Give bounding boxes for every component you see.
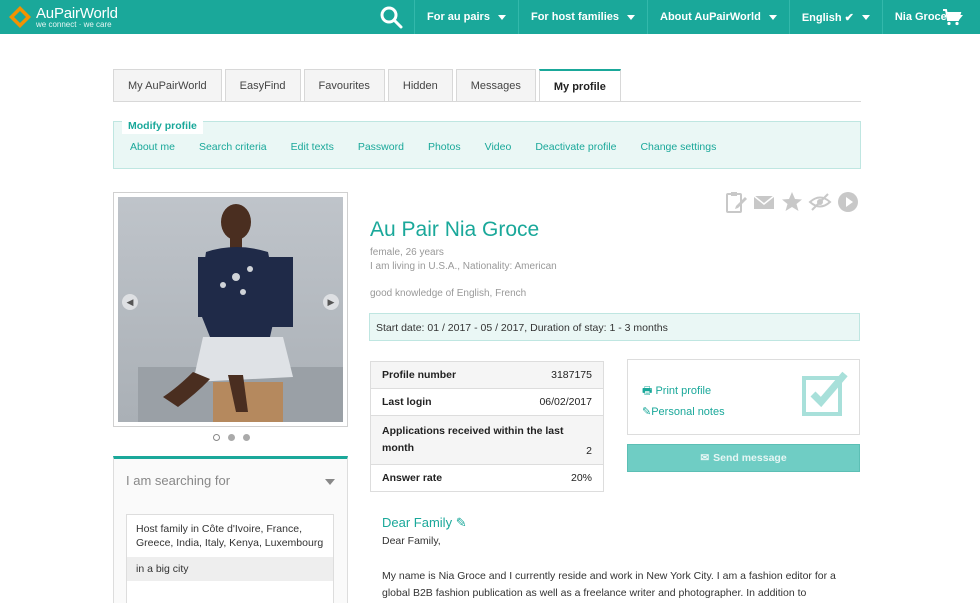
photo-prev-button[interactable]: ◀ bbox=[122, 294, 138, 310]
chevron-down-icon[interactable] bbox=[325, 479, 335, 485]
send-message-label: Send message bbox=[713, 452, 787, 464]
photo-carousel-dots bbox=[213, 434, 258, 441]
main-nav: For au pairs For host families About AuP… bbox=[414, 0, 975, 34]
stat-label: Answer rate bbox=[382, 472, 443, 484]
list-item: Host family in Côte d'Ivoire, France, Gr… bbox=[136, 523, 324, 549]
tab-my-aupairworld[interactable]: My AuPairWorld bbox=[113, 69, 222, 102]
nav-for-host-families[interactable]: For host families bbox=[517, 0, 647, 34]
table-row: Last login 06/02/2017 bbox=[371, 389, 603, 416]
profile-languages: good knowledge of English, French bbox=[370, 288, 527, 299]
carousel-dot[interactable] bbox=[213, 434, 220, 441]
profile-tools-box: 🖶 Print profile ✎Personal notes bbox=[627, 359, 860, 435]
chevron-down-icon bbox=[627, 14, 635, 20]
search-icon[interactable] bbox=[378, 4, 404, 30]
modify-profile-panel: Modify profile About me Search criteria … bbox=[113, 118, 861, 169]
nav-about[interactable]: About AuPairWorld bbox=[647, 0, 789, 34]
account-tabs: My AuPairWorld EasyFind Favourites Hidde… bbox=[113, 69, 624, 102]
searching-for-list: Host family in Côte d'Ivoire, France, Gr… bbox=[126, 514, 334, 603]
profile-residence: I am living in U.S.A., Nationality: Amer… bbox=[370, 261, 557, 272]
carousel-dot[interactable] bbox=[228, 434, 235, 441]
stat-value: 06/02/2017 bbox=[539, 396, 592, 408]
mail-icon[interactable] bbox=[752, 190, 776, 214]
printer-icon: 🖶 bbox=[642, 385, 653, 397]
link-about-me[interactable]: About me bbox=[130, 141, 175, 153]
edit-note-icon: ✎ bbox=[642, 406, 652, 418]
nav-label: Nia Groce bbox=[894, 11, 947, 23]
letter-title-text: Dear Family bbox=[382, 515, 453, 530]
letter-salutation: Dear Family, bbox=[382, 535, 441, 547]
stat-label: Last login bbox=[382, 396, 432, 408]
personal-notes-link[interactable]: ✎Personal notes bbox=[642, 405, 725, 418]
searching-for-panel: I am searching for Host family in Côte d… bbox=[113, 456, 348, 603]
stat-value: 3187175 bbox=[551, 369, 592, 381]
tab-messages[interactable]: Messages bbox=[455, 69, 536, 102]
profile-gender-age: female, 26 years bbox=[370, 247, 444, 258]
link-deactivate-profile[interactable]: Deactivate profile bbox=[535, 141, 616, 153]
chevron-down-icon bbox=[768, 14, 777, 20]
stat-label: Applications received within the last mo… bbox=[382, 425, 564, 454]
top-navigation-bar: AuPairWorld we connect · we care For au … bbox=[0, 0, 980, 34]
profile-name: Au Pair Nia Groce bbox=[370, 218, 540, 241]
nav-for-au-pairs[interactable]: For au pairs bbox=[414, 0, 518, 34]
profile-stats-table: Profile number 3187175 Last login 06/02/… bbox=[370, 361, 604, 492]
nav-label: English ✔ bbox=[801, 11, 854, 24]
table-row: Profile number 3187175 bbox=[371, 362, 603, 389]
cart-icon[interactable] bbox=[942, 8, 962, 26]
star-icon[interactable] bbox=[780, 190, 804, 214]
logo-tagline: we connect · we care bbox=[36, 20, 112, 29]
nav-language[interactable]: English ✔ bbox=[788, 0, 882, 34]
logo-mark-icon bbox=[9, 6, 31, 28]
nav-label: For au pairs bbox=[427, 11, 490, 23]
person-illustration bbox=[138, 204, 343, 422]
print-profile-link[interactable]: 🖶 Print profile bbox=[642, 382, 711, 401]
clipboard-edit-icon[interactable] bbox=[724, 190, 748, 214]
play-video-icon[interactable] bbox=[836, 190, 860, 214]
envelope-icon: ✉ bbox=[700, 452, 710, 464]
link-photos[interactable]: Photos bbox=[428, 141, 461, 153]
stat-value: 2 bbox=[586, 445, 592, 457]
personal-notes-label: Personal notes bbox=[651, 406, 725, 418]
stat-label: Profile number bbox=[382, 369, 457, 381]
searching-for-title: I am searching for bbox=[126, 473, 231, 488]
stat-value: 20% bbox=[570, 472, 592, 484]
profile-photo: ◀ ▶ bbox=[118, 197, 343, 422]
tab-favourites[interactable]: Favourites bbox=[303, 69, 385, 102]
nav-label: About AuPairWorld bbox=[660, 11, 761, 23]
profile-action-icons bbox=[724, 190, 864, 214]
carousel-dot[interactable] bbox=[243, 434, 250, 441]
table-row: Answer rate 20% bbox=[371, 465, 603, 491]
link-edit-texts[interactable]: Edit texts bbox=[291, 141, 334, 153]
modify-profile-heading: Modify profile bbox=[122, 118, 203, 134]
hide-eye-icon[interactable] bbox=[808, 190, 832, 214]
tab-divider bbox=[113, 101, 861, 102]
tab-easyfind[interactable]: EasyFind bbox=[224, 69, 301, 102]
link-search-criteria[interactable]: Search criteria bbox=[199, 141, 267, 153]
pencil-edit-icon[interactable]: ✎ bbox=[456, 515, 467, 530]
profile-photo-frame: ◀ ▶ bbox=[113, 192, 348, 427]
start-date-box: Start date: 01 / 2017 - 05 / 2017, Durat… bbox=[369, 313, 860, 341]
letter-body: My name is Nia Groce and I currently res… bbox=[382, 570, 836, 599]
link-password[interactable]: Password bbox=[358, 141, 404, 153]
nav-label: For host families bbox=[530, 11, 619, 23]
letter-title: Dear Family ✎ bbox=[382, 515, 467, 531]
list-item: in a big city bbox=[127, 557, 333, 581]
table-row: Applications received within the last mo… bbox=[371, 416, 603, 465]
link-change-settings[interactable]: Change settings bbox=[640, 141, 716, 153]
link-video[interactable]: Video bbox=[485, 141, 512, 153]
logo[interactable]: AuPairWorld we connect · we care bbox=[8, 5, 118, 29]
send-message-button[interactable]: ✉ Send message bbox=[627, 444, 860, 472]
photo-next-button[interactable]: ▶ bbox=[323, 294, 339, 310]
tab-my-profile[interactable]: My profile bbox=[538, 69, 621, 102]
tab-hidden[interactable]: Hidden bbox=[387, 69, 453, 102]
chevron-down-icon bbox=[497, 14, 506, 20]
modify-profile-links: About me Search criteria Edit texts Pass… bbox=[130, 141, 740, 153]
print-profile-label: Print profile bbox=[655, 385, 712, 397]
checkbox-check-icon bbox=[802, 371, 848, 416]
chevron-down-icon bbox=[861, 14, 870, 20]
